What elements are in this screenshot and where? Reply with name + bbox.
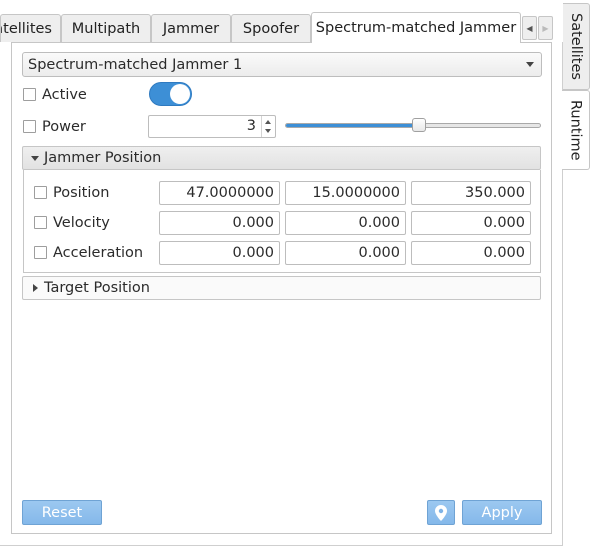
power-label: Power <box>42 119 86 135</box>
power-checkbox[interactable] <box>23 120 36 133</box>
spin-up-icon[interactable] <box>265 120 271 124</box>
chevron-right-icon: ▶ <box>542 23 549 33</box>
acceleration-y-field[interactable]: 0.000 <box>285 241 406 265</box>
tab-spectrum-matched-jammer[interactable]: Spectrum-matched Jammer <box>311 12 521 43</box>
apply-button[interactable]: Apply <box>462 500 542 525</box>
tab-spoofer[interactable]: Spoofer <box>231 14 311 42</box>
target-position-title: Target Position <box>44 280 150 296</box>
velocity-label: Velocity <box>53 215 110 231</box>
tab-scroll-right-button[interactable]: ▶ <box>538 16 553 40</box>
side-tab-satellites[interactable]: Satellites <box>563 3 590 90</box>
jammer-select[interactable]: Spectrum-matched Jammer 1 <box>22 52 542 77</box>
tab-satellites[interactable]: Satellites <box>0 14 61 42</box>
power-slider-handle[interactable] <box>412 118 426 132</box>
divider <box>0 545 563 546</box>
tab-bar: Satellites Multipath Jammer Spoofer Spec… <box>0 12 563 43</box>
velocity-x-field[interactable]: 0.000 <box>159 211 280 235</box>
power-slider-fill <box>286 124 418 127</box>
power-spinbox[interactable]: 3 <box>148 115 276 138</box>
tab-scroll-left-button[interactable]: ◀ <box>522 16 537 40</box>
side-tab-runtime[interactable]: Runtime <box>562 90 590 170</box>
power-value: 3 <box>246 118 256 134</box>
active-label: Active <box>42 87 87 103</box>
position-x-field[interactable]: 47.0000000 <box>159 181 280 205</box>
collapse-arrow-icon <box>33 284 38 292</box>
position-checkbox[interactable] <box>34 186 47 199</box>
location-button[interactable] <box>427 500 455 525</box>
jammer-position-header[interactable]: Jammer Position <box>22 146 541 170</box>
acceleration-checkbox[interactable] <box>34 246 47 259</box>
acceleration-label: Acceleration <box>53 245 144 261</box>
reset-button[interactable]: Reset <box>22 500 102 525</box>
velocity-z-field[interactable]: 0.000 <box>411 211 531 235</box>
map-pin-icon <box>435 504 447 521</box>
chevron-down-icon <box>526 62 534 67</box>
chevron-left-icon: ◀ <box>526 23 533 33</box>
position-y-field[interactable]: 15.0000000 <box>285 181 406 205</box>
target-position-header[interactable]: Target Position <box>22 276 541 300</box>
spin-arrows <box>261 116 275 137</box>
active-toggle-switch[interactable] <box>149 82 192 106</box>
tab-jammer[interactable]: Jammer <box>151 14 231 42</box>
position-label: Position <box>53 185 110 201</box>
velocity-y-field[interactable]: 0.000 <box>285 211 406 235</box>
toggle-knob <box>170 84 190 104</box>
position-z-field[interactable]: 350.000 <box>411 181 531 205</box>
jammer-select-value: Spectrum-matched Jammer 1 <box>28 56 243 73</box>
acceleration-x-field[interactable]: 0.000 <box>159 241 280 265</box>
tab-multipath[interactable]: Multipath <box>61 14 151 42</box>
spin-down-icon[interactable] <box>265 129 271 133</box>
active-checkbox[interactable] <box>23 88 36 101</box>
jammer-position-title: Jammer Position <box>44 150 162 166</box>
acceleration-z-field[interactable]: 0.000 <box>411 241 531 265</box>
velocity-checkbox[interactable] <box>34 216 47 229</box>
expand-arrow-icon <box>31 156 39 161</box>
